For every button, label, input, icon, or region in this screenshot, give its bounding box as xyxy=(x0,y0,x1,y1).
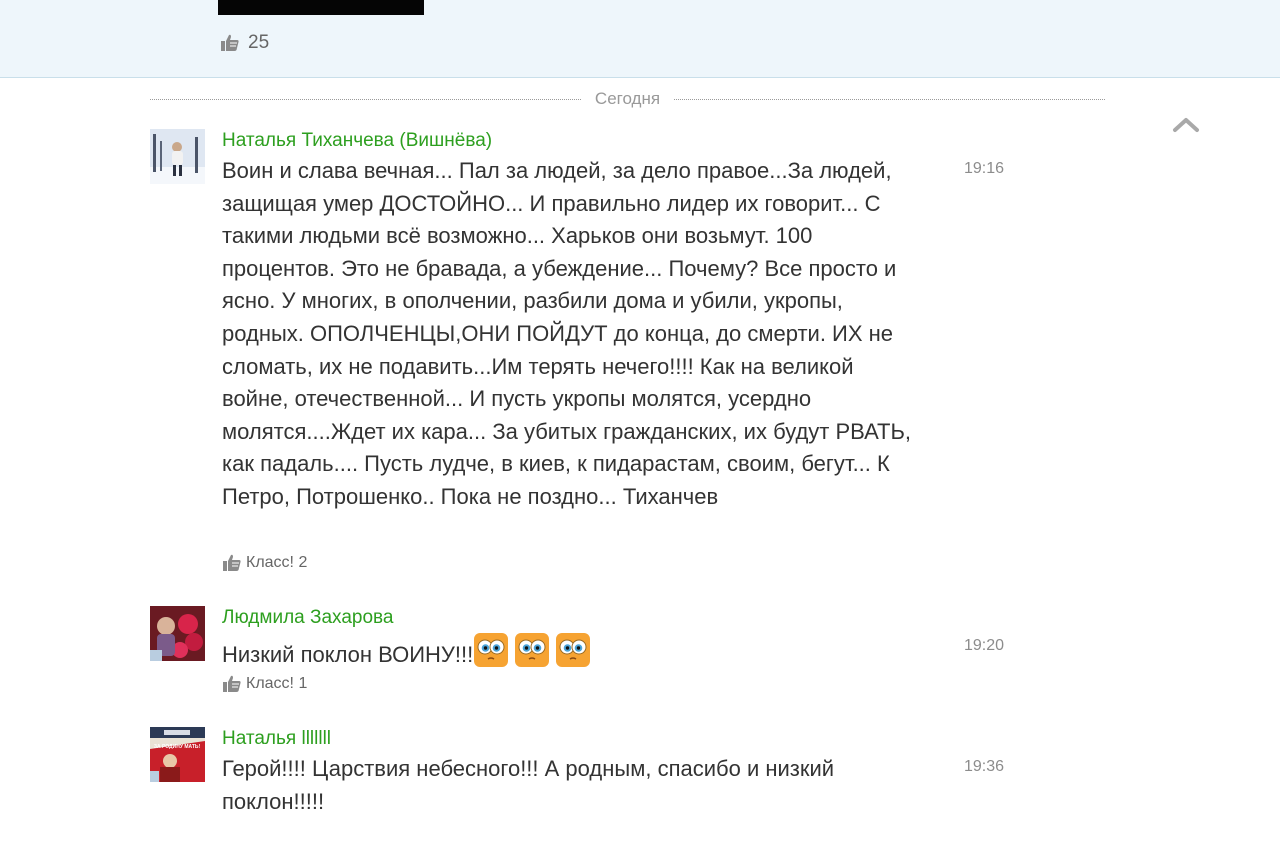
wide-eyed-smiley-icon xyxy=(555,632,591,668)
previous-post-likes[interactable]: 25 xyxy=(220,31,269,55)
comment-item: Людмила Захарова Низкий поклон ВОИНУ!!! … xyxy=(150,606,1030,701)
divider-line-right xyxy=(674,98,1105,100)
date-divider-label: Сегодня xyxy=(594,89,661,108)
thumbs-up-icon xyxy=(222,674,242,694)
klass-button[interactable]: Класс! 2 xyxy=(222,553,307,573)
klass-label: Класс! 2 xyxy=(246,554,308,571)
chevron-up-icon xyxy=(1171,113,1201,135)
wide-eyed-smiley-icon xyxy=(473,632,509,668)
wide-eyed-smiley-icon xyxy=(514,632,550,668)
avatar[interactable] xyxy=(150,129,205,184)
comment-text-row: Низкий поклон ВОИНУ!!! xyxy=(222,632,922,672)
comment-text: Герой!!!! Царствия небесного!!! А родным… xyxy=(222,756,835,814)
thumbs-up-icon xyxy=(222,553,242,573)
comment-item: ЗА РОДИНУ МАТЬ! Наталья lllllll Герой!!!… xyxy=(150,727,1030,822)
avatar[interactable]: ЗА РОДИНУ МАТЬ! xyxy=(150,727,205,782)
date-divider: Сегодня xyxy=(150,87,1105,111)
comment-item: Наталья Тиханчева (Вишнёва) Воин и слава… xyxy=(150,129,1030,579)
avatar-poster-text: ЗА РОДИНУ МАТЬ! xyxy=(154,744,201,750)
previous-post-image[interactable] xyxy=(218,0,424,15)
avatar[interactable] xyxy=(150,606,205,661)
comment-text: Воин и слава вечная... Пал за людей, за … xyxy=(222,158,912,509)
klass-button[interactable]: Класс! 1 xyxy=(222,674,307,694)
divider-line-left xyxy=(150,98,581,100)
scroll-up-button[interactable] xyxy=(1171,113,1201,135)
comment-author[interactable]: Людмила Захарова xyxy=(222,606,393,630)
comment-author[interactable]: Наталья lllllll xyxy=(222,727,331,751)
thumbs-up-icon xyxy=(220,33,240,53)
comment-time: 19:36 xyxy=(964,758,1005,775)
comment-text: Низкий поклон ВОИНУ!!! xyxy=(222,642,474,667)
emoji-group xyxy=(473,633,591,667)
comment-author[interactable]: Наталья Тиханчева (Вишнёва) xyxy=(222,129,492,153)
previous-post-footer: 25 xyxy=(0,0,1280,78)
comment-time: 19:20 xyxy=(964,637,1005,654)
likes-count: 25 xyxy=(248,32,270,53)
comment-time: 19:16 xyxy=(964,160,1005,177)
klass-label: Класс! 1 xyxy=(246,675,308,692)
